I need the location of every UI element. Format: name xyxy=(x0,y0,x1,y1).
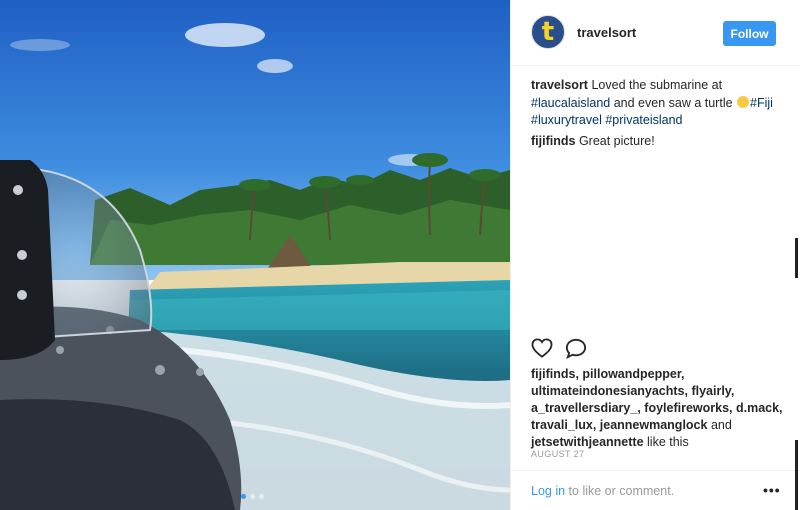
avatar-letter: t xyxy=(541,17,555,47)
carousel-indicator[interactable] xyxy=(241,494,264,499)
carousel-dot-active[interactable] xyxy=(241,494,246,499)
post-footer: Log in to like or comment. ••• xyxy=(511,470,800,510)
comment-text: Great picture! xyxy=(578,133,655,148)
comment-username[interactable]: travelsort xyxy=(531,78,588,92)
caption-comment: travelsort Loved the submarine at #lauca… xyxy=(531,77,787,130)
login-text: to like or comment. xyxy=(568,484,675,498)
username-link[interactable]: travelsort xyxy=(577,25,636,40)
likers-list[interactable]: fijifinds, pillowandpepper, ultimateindo… xyxy=(531,367,783,432)
likes-summary: fijifinds, pillowandpepper, ultimateindo… xyxy=(531,366,787,451)
scrollbar-thumb-lower[interactable] xyxy=(795,440,798,510)
hashtag-link[interactable]: #Fiji xyxy=(750,96,773,110)
login-prompt: Log in to like or comment. xyxy=(531,484,674,498)
comments-list: travelsort Loved the submarine at #lauca… xyxy=(531,77,787,153)
comment-username[interactable]: fijifinds xyxy=(531,134,575,148)
follow-button[interactable]: Follow xyxy=(723,21,776,46)
post-header: t travelsort Follow xyxy=(511,0,800,66)
more-options-icon[interactable]: ••• xyxy=(763,482,781,498)
likes-suffix: like this xyxy=(647,435,689,449)
scrollbar-thumb[interactable] xyxy=(795,238,798,278)
caption-text-mid: and even saw a turtle xyxy=(613,95,733,110)
hashtag-link[interactable]: #privateisland xyxy=(605,113,682,127)
avatar[interactable]: t xyxy=(531,15,565,49)
carousel-dot[interactable] xyxy=(259,494,264,499)
likes-and: and xyxy=(710,418,732,432)
heart-icon[interactable] xyxy=(531,338,555,362)
post-sidebar: t travelsort Follow travelsort Loved the… xyxy=(510,0,800,510)
carousel-dot[interactable] xyxy=(250,494,255,499)
comment: fijifinds Great picture! xyxy=(531,133,787,151)
smile-emoji-icon xyxy=(737,95,750,108)
login-link[interactable]: Log in xyxy=(531,484,565,498)
post-date[interactable]: AUGUST 27 xyxy=(531,449,584,459)
comment-icon[interactable] xyxy=(565,338,589,362)
liker-last[interactable]: jetsetwithjeannette xyxy=(531,435,644,449)
hashtag-link[interactable]: #luxurytravel xyxy=(531,113,602,127)
caption-text-intro: Loved the submarine at xyxy=(591,78,723,92)
hashtag-link[interactable]: #laucalaisland xyxy=(531,96,610,110)
post-image[interactable] xyxy=(0,0,510,510)
